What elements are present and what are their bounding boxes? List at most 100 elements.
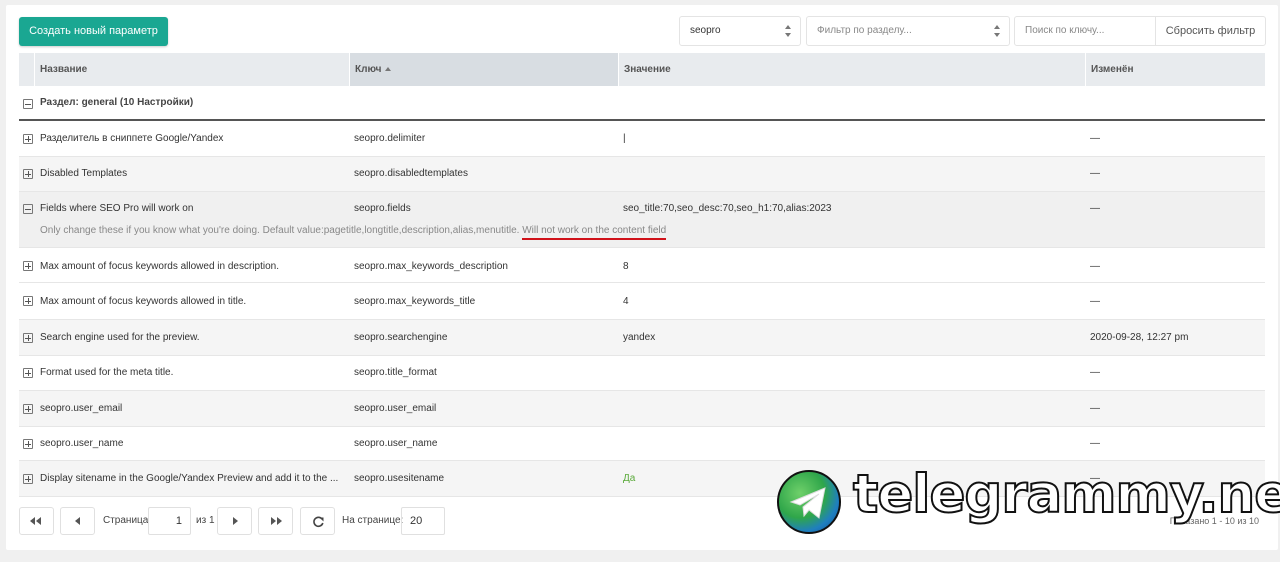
expand-icon[interactable]	[23, 333, 33, 343]
expand-icon[interactable]	[23, 439, 33, 449]
column-header-key-label: Ключ	[355, 64, 382, 75]
row-key: seopro.delimiter	[354, 133, 426, 144]
previous-page-button[interactable]	[60, 507, 95, 535]
table-row[interactable]: Max amount of focus keywords allowed in …	[19, 248, 1265, 283]
collapse-icon[interactable]	[23, 99, 33, 109]
row-modified: —	[1090, 261, 1100, 272]
watermark-text: telegrammy.net	[852, 463, 1280, 526]
search-key-placeholder: Поиск по ключу...	[1025, 25, 1105, 36]
row-description-text: Only change these if you know what you'r…	[40, 225, 520, 236]
row-modified: —	[1090, 168, 1100, 179]
row-modified: 2020-09-28, 12:27 pm	[1090, 332, 1189, 343]
row-name: Fields where SEO Pro will work on	[40, 203, 194, 214]
right-arrow-icon	[233, 517, 238, 525]
row-key: seopro.title_format	[354, 367, 437, 378]
row-value[interactable]: 4	[623, 296, 1083, 307]
expand-icon[interactable]	[23, 368, 33, 378]
expand-icon[interactable]	[23, 169, 33, 179]
column-header-name[interactable]: Название	[35, 53, 350, 86]
row-key: seopro.searchengine	[354, 332, 448, 343]
table-row[interactable]: Search engine used for the preview. seop…	[19, 320, 1265, 356]
double-left-arrow-icon	[36, 517, 41, 525]
sort-ascending-icon	[385, 67, 392, 72]
refresh-button[interactable]	[300, 507, 335, 535]
select-arrows-icon	[785, 25, 792, 37]
row-key: seopro.fields	[354, 203, 411, 214]
row-value[interactable]: 8	[623, 261, 1083, 272]
per-page-input[interactable]: 20	[401, 507, 445, 535]
grid-header: Название Ключ Значение Изменён	[19, 53, 1265, 86]
table-row[interactable]: Format used for the meta title. seopro.t…	[19, 356, 1265, 391]
table-row-expanded[interactable]: Fields where SEO Pro will work on seopro…	[19, 192, 1265, 248]
row-name: Разделитель в сниппете Google/Yandex	[40, 133, 224, 144]
row-name: Display sitename in the Google/Yandex Pr…	[40, 473, 339, 484]
per-page-label: На странице:	[342, 515, 404, 526]
expand-icon[interactable]	[23, 296, 33, 306]
double-right-arrow-icon	[271, 517, 276, 525]
expand-icon[interactable]	[23, 261, 33, 271]
table-row[interactable]: Max amount of focus keywords allowed in …	[19, 283, 1265, 320]
group-header-general[interactable]: Раздел: general (10 Настройки)	[19, 86, 1265, 121]
first-page-button[interactable]	[19, 507, 54, 535]
settings-grid: Название Ключ Значение Изменён Раздел: g…	[19, 53, 1265, 497]
search-key-input[interactable]: Поиск по ключу...	[1014, 16, 1156, 46]
row-name: Max amount of focus keywords allowed in …	[40, 296, 247, 307]
table-row[interactable]: seopro.user_email seopro.user_email —	[19, 391, 1265, 427]
row-name: Format used for the meta title.	[40, 367, 174, 378]
expand-icon[interactable]	[23, 474, 33, 484]
column-header-value[interactable]: Значение	[619, 53, 1086, 86]
watermark: telegrammy.net	[777, 463, 1280, 534]
area-filter-select[interactable]: Фильтр по разделу...	[806, 16, 1010, 46]
row-name: Max amount of focus keywords allowed in …	[40, 261, 280, 272]
namespace-select[interactable]: seopro	[679, 16, 801, 46]
create-setting-button[interactable]: Создать новый параметр	[19, 17, 168, 46]
table-row[interactable]: seopro.user_name seopro.user_name —	[19, 427, 1265, 461]
column-header-modified-label: Изменён	[1091, 64, 1134, 75]
row-modified: —	[1090, 203, 1100, 214]
table-row[interactable]: Разделитель в сниппете Google/Yandex seo…	[19, 122, 1265, 157]
row-key: seopro.usesitename	[354, 473, 445, 484]
page-number-input[interactable]: 1	[148, 507, 191, 535]
row-name: Disabled Templates	[40, 168, 128, 179]
expand-icon[interactable]	[23, 404, 33, 414]
row-name: seopro.user_name	[40, 438, 124, 449]
paper-plane-icon	[789, 487, 826, 519]
select-arrows-icon	[994, 25, 1001, 37]
row-key: seopro.max_keywords_title	[354, 296, 476, 307]
row-value[interactable]: yandex	[623, 332, 1083, 343]
double-right-arrow-icon	[277, 517, 282, 525]
column-header-name-label: Название	[40, 64, 88, 75]
table-row[interactable]: Disabled Templates seopro.disabledtempla…	[19, 157, 1265, 192]
row-key: seopro.user_email	[354, 403, 437, 414]
left-arrow-icon	[75, 517, 80, 525]
row-modified: —	[1090, 403, 1100, 414]
expander-column-header	[19, 53, 35, 86]
row-value[interactable]: |	[623, 133, 1083, 144]
row-key: seopro.user_name	[354, 438, 438, 449]
namespace-select-value: seopro	[690, 25, 721, 36]
column-header-key[interactable]: Ключ	[350, 53, 619, 86]
row-name: Search engine used for the preview.	[40, 332, 200, 343]
area-filter-placeholder: Фильтр по разделу...	[817, 25, 912, 36]
row-name: seopro.user_email	[40, 403, 123, 414]
telegram-logo-icon	[777, 470, 841, 534]
row-modified: —	[1090, 367, 1100, 378]
row-value[interactable]: seo_title:70,seo_desc:70,seo_h1:70,alias…	[623, 203, 1083, 214]
row-modified: —	[1090, 438, 1100, 449]
column-header-value-label: Значение	[624, 64, 671, 75]
page-count-label: из 1	[196, 515, 215, 526]
column-header-modified[interactable]: Изменён	[1086, 53, 1265, 86]
row-description: Only change these if you know what you'r…	[40, 225, 667, 240]
row-description-warning: Will not work on the content field	[522, 225, 667, 240]
row-key: seopro.disabledtemplates	[354, 168, 468, 179]
row-modified: —	[1090, 296, 1100, 307]
reset-filter-button[interactable]: Сбросить фильтр	[1155, 16, 1266, 46]
next-page-button[interactable]	[217, 507, 252, 535]
group-label: Раздел: general (10 Настройки)	[40, 97, 194, 108]
collapse-icon[interactable]	[23, 204, 33, 214]
double-left-arrow-icon	[30, 517, 35, 525]
row-modified: —	[1090, 133, 1100, 144]
expand-icon[interactable]	[23, 134, 33, 144]
last-page-button[interactable]	[258, 507, 293, 535]
row-key: seopro.max_keywords_description	[354, 261, 508, 272]
